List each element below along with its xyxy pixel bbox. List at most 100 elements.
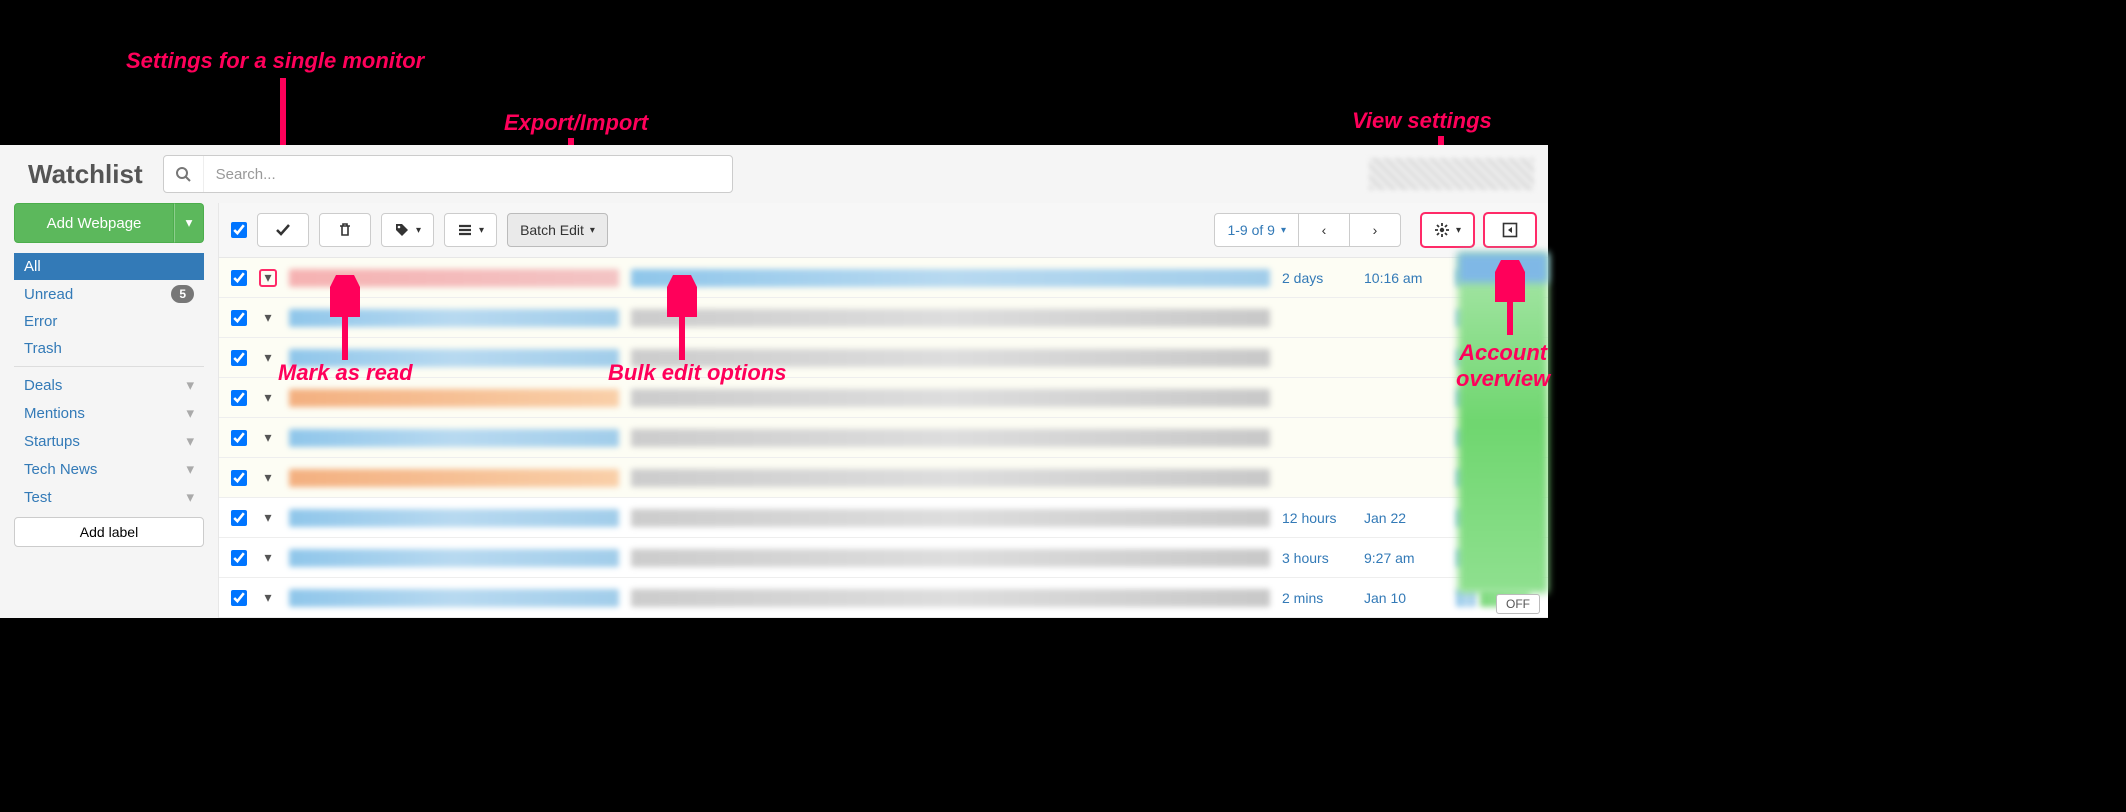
mark-read-button[interactable] bbox=[257, 213, 309, 247]
sidebar-label-startups[interactable]: Startups bbox=[14, 427, 204, 455]
search-box[interactable] bbox=[163, 155, 733, 193]
annotation-single-monitor: Settings for a single monitor bbox=[126, 48, 424, 74]
row-checkbox[interactable] bbox=[231, 590, 247, 606]
add-label-button[interactable]: Add label bbox=[14, 517, 204, 547]
caret-down-icon bbox=[264, 349, 271, 366]
row-checkbox[interactable] bbox=[231, 310, 247, 326]
chevron-right-icon: › bbox=[1373, 222, 1378, 238]
row-checkbox[interactable] bbox=[231, 350, 247, 366]
caret-down-icon bbox=[264, 509, 271, 526]
caret-down-icon bbox=[264, 309, 271, 326]
caret-down-icon bbox=[264, 469, 271, 486]
check-icon bbox=[275, 222, 291, 238]
select-all-checkbox[interactable] bbox=[231, 222, 247, 238]
row-description bbox=[631, 589, 1270, 607]
row-age: 2 days bbox=[1282, 270, 1352, 286]
table-row[interactable] bbox=[219, 298, 1548, 338]
prev-page-button[interactable]: ‹ bbox=[1298, 213, 1350, 247]
sidebar-item-error[interactable]: Error bbox=[14, 308, 204, 335]
table-row[interactable] bbox=[219, 458, 1548, 498]
row-settings-dropdown[interactable] bbox=[259, 309, 277, 327]
view-settings-button[interactable] bbox=[1421, 213, 1474, 247]
row-title bbox=[289, 429, 619, 447]
next-page-button[interactable]: › bbox=[1349, 213, 1401, 247]
sidebar-label-text: Mentions bbox=[24, 405, 85, 422]
row-settings-dropdown[interactable] bbox=[259, 589, 277, 607]
row-settings-dropdown[interactable] bbox=[259, 269, 277, 287]
sidebar-label-deals[interactable]: Deals bbox=[14, 371, 204, 399]
row-checkbox[interactable] bbox=[231, 510, 247, 526]
row-chart bbox=[1480, 589, 1530, 607]
table-row[interactable]: 2 days10:16 am bbox=[219, 258, 1548, 298]
sidebar-label-mentions[interactable]: Mentions bbox=[14, 399, 204, 427]
account-overview-button[interactable] bbox=[1484, 213, 1536, 247]
row-settings-dropdown[interactable] bbox=[259, 509, 277, 527]
row-checkbox[interactable] bbox=[231, 390, 247, 406]
arrow-icon bbox=[330, 275, 360, 365]
row-checkbox[interactable] bbox=[231, 470, 247, 486]
arrow-icon bbox=[667, 275, 697, 365]
row-status bbox=[1456, 429, 1476, 447]
sidebar-label-text: Deals bbox=[24, 377, 62, 394]
search-input[interactable] bbox=[204, 166, 732, 183]
table-row[interactable]: 12 hoursJan 22 bbox=[219, 498, 1548, 538]
caret-down-icon bbox=[186, 215, 193, 231]
row-chart bbox=[1480, 509, 1530, 527]
row-settings-dropdown[interactable] bbox=[259, 349, 277, 367]
row-checkbox[interactable] bbox=[231, 430, 247, 446]
table-row[interactable]: 3 hours9:27 am bbox=[219, 538, 1548, 578]
row-title bbox=[289, 549, 619, 567]
row-age: 12 hours bbox=[1282, 510, 1352, 526]
caret-down-icon bbox=[264, 389, 271, 406]
batch-edit-button[interactable]: Batch Edit bbox=[507, 213, 608, 247]
row-title bbox=[289, 389, 619, 407]
page-count-dropdown[interactable]: 1-9 of 9 bbox=[1214, 213, 1299, 247]
row-settings-dropdown[interactable] bbox=[259, 429, 277, 447]
sidebar-label-tech-news[interactable]: Tech News bbox=[14, 455, 204, 483]
row-settings-dropdown[interactable] bbox=[259, 549, 277, 567]
annotation-bulk-edit: Bulk edit options bbox=[608, 360, 786, 386]
sidebar-item-trash[interactable]: Trash bbox=[14, 335, 204, 362]
row-time: 9:27 am bbox=[1364, 550, 1444, 566]
sidebar-item-unread[interactable]: Unread5 bbox=[14, 280, 204, 308]
caret-down-icon bbox=[186, 432, 194, 450]
caret-down-icon bbox=[186, 488, 194, 506]
sidebar-label-text: Startups bbox=[24, 433, 80, 450]
row-settings-dropdown[interactable] bbox=[259, 469, 277, 487]
annotation-export-import: Export/Import bbox=[504, 110, 648, 136]
row-checkbox[interactable] bbox=[231, 550, 247, 566]
user-menu[interactable] bbox=[1369, 158, 1534, 190]
page-count-label: 1-9 of 9 bbox=[1227, 222, 1274, 238]
delete-button[interactable] bbox=[319, 213, 371, 247]
sidebar-label-test[interactable]: Test bbox=[14, 483, 204, 511]
row-chart bbox=[1480, 429, 1530, 447]
search-icon bbox=[164, 156, 204, 192]
add-webpage-button[interactable]: Add Webpage bbox=[14, 203, 174, 243]
table-row[interactable] bbox=[219, 338, 1548, 378]
sidebar-item-label: Unread bbox=[24, 286, 73, 303]
sidebar-label-text: Tech News bbox=[24, 461, 97, 478]
row-settings-dropdown[interactable] bbox=[259, 389, 277, 407]
row-checkbox[interactable] bbox=[231, 270, 247, 286]
tag-dropdown[interactable] bbox=[381, 213, 434, 247]
sidebar-label-text: Test bbox=[24, 489, 52, 506]
caret-down-icon bbox=[590, 225, 595, 236]
table-row[interactable] bbox=[219, 418, 1548, 458]
row-time: Jan 10 bbox=[1364, 590, 1444, 606]
list-icon bbox=[457, 222, 473, 238]
row-status bbox=[1456, 509, 1476, 527]
table-row[interactable] bbox=[219, 378, 1548, 418]
export-import-dropdown[interactable] bbox=[444, 213, 497, 247]
row-description bbox=[631, 549, 1270, 567]
row-description bbox=[631, 309, 1270, 327]
sidebar-item-all[interactable]: All bbox=[14, 253, 204, 280]
table-row[interactable]: 2 minsJan 10 bbox=[219, 578, 1548, 618]
row-description bbox=[631, 389, 1270, 407]
gear-icon bbox=[1434, 222, 1450, 238]
sidebar-item-label: Trash bbox=[24, 340, 62, 357]
row-status bbox=[1456, 549, 1476, 567]
panel-collapse-icon bbox=[1502, 222, 1518, 238]
caret-down-icon bbox=[479, 225, 484, 236]
add-webpage-dropdown[interactable] bbox=[174, 203, 204, 243]
annotation-account-overview: Account overview bbox=[1456, 340, 1550, 392]
